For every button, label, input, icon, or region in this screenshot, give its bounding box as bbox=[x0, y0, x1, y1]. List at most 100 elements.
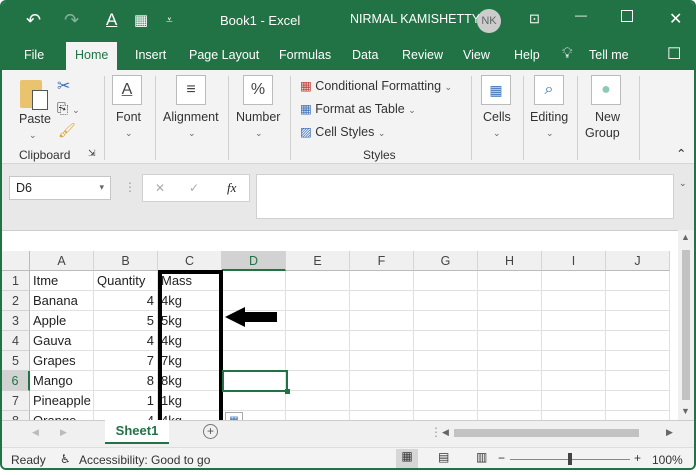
new-group-line2[interactable]: Group bbox=[585, 126, 620, 140]
cell[interactable] bbox=[478, 331, 542, 351]
fill-handle[interactable] bbox=[285, 389, 290, 394]
cell[interactable]: 8 bbox=[94, 371, 158, 391]
customize-qat-icon[interactable]: ⩡ bbox=[166, 13, 173, 28]
row-header[interactable]: 2 bbox=[2, 291, 30, 311]
name-box[interactable]: D6 ▾ bbox=[9, 176, 111, 200]
cell[interactable] bbox=[286, 351, 350, 371]
maximize-button[interactable] bbox=[621, 10, 633, 22]
cell[interactable] bbox=[606, 351, 670, 371]
cell[interactable] bbox=[414, 351, 478, 371]
scroll-right-icon[interactable]: ▶ bbox=[666, 427, 673, 438]
cell[interactable] bbox=[286, 271, 350, 291]
cell[interactable] bbox=[414, 291, 478, 311]
tab-page-layout[interactable]: Page Layout bbox=[189, 48, 259, 62]
font-button[interactable]: Font bbox=[116, 110, 141, 124]
tab-view[interactable]: View bbox=[463, 48, 490, 62]
cell[interactable] bbox=[606, 391, 670, 411]
cell[interactable]: 4 bbox=[94, 291, 158, 311]
cell[interactable] bbox=[414, 271, 478, 291]
cell[interactable] bbox=[350, 351, 414, 371]
next-sheet-icon[interactable]: ▶ bbox=[60, 427, 67, 438]
tab-home[interactable]: Home bbox=[66, 42, 118, 70]
conditional-formatting-button[interactable]: ▦ Conditional Formatting ⌄ bbox=[300, 78, 452, 93]
clipboard-launcher-icon[interactable]: ⇲ bbox=[88, 148, 96, 159]
zoom-level[interactable]: 100% bbox=[652, 453, 683, 467]
new-group-icon[interactable]: ● bbox=[591, 75, 621, 105]
cell[interactable] bbox=[222, 391, 286, 411]
row-header[interactable]: 6 bbox=[2, 371, 30, 391]
cell[interactable] bbox=[350, 331, 414, 351]
column-header[interactable]: J bbox=[606, 251, 670, 271]
tab-formulas[interactable]: Formulas bbox=[279, 48, 331, 62]
name-box-dropdown[interactable]: ▾ bbox=[99, 182, 104, 193]
close-button[interactable]: ✕ bbox=[669, 9, 682, 29]
format-as-table-button[interactable]: ▦ Format as Table ⌄ bbox=[300, 101, 416, 116]
cell[interactable] bbox=[478, 391, 542, 411]
cell[interactable] bbox=[478, 371, 542, 391]
column-header[interactable]: C bbox=[158, 251, 222, 271]
cut-icon[interactable]: ✂ bbox=[57, 76, 70, 96]
tab-review[interactable]: Review bbox=[402, 48, 443, 62]
cell[interactable] bbox=[414, 311, 478, 331]
undo-button[interactable]: ↶ bbox=[26, 10, 41, 31]
copy-icon[interactable]: ⎘ ⌄ bbox=[57, 100, 80, 117]
cell[interactable] bbox=[414, 391, 478, 411]
cell[interactable] bbox=[350, 391, 414, 411]
scroll-down-icon[interactable]: ▼ bbox=[681, 406, 690, 416]
cell[interactable]: Grapes bbox=[30, 351, 94, 371]
cell[interactable] bbox=[606, 371, 670, 391]
column-header[interactable]: F bbox=[350, 251, 414, 271]
cell[interactable] bbox=[478, 351, 542, 371]
cell[interactable] bbox=[222, 331, 286, 351]
borders-icon[interactable]: ▦ bbox=[134, 11, 148, 29]
column-header[interactable]: G bbox=[414, 251, 478, 271]
cell[interactable] bbox=[286, 291, 350, 311]
cell[interactable]: Mango bbox=[30, 371, 94, 391]
alignment-button[interactable]: Alignment bbox=[163, 110, 219, 124]
font-color-icon[interactable]: A bbox=[106, 10, 117, 30]
vertical-scrollbar[interactable]: ▲ ▼ bbox=[678, 230, 694, 420]
cell[interactable] bbox=[542, 371, 606, 391]
number-button[interactable]: Number bbox=[236, 110, 280, 124]
column-header[interactable]: D bbox=[222, 251, 286, 271]
cell[interactable] bbox=[478, 271, 542, 291]
cell[interactable] bbox=[478, 291, 542, 311]
enter-icon[interactable]: ✓ bbox=[189, 181, 199, 195]
number-icon[interactable]: % bbox=[243, 75, 273, 105]
cell[interactable] bbox=[478, 311, 542, 331]
zoom-in-button[interactable]: + bbox=[634, 451, 641, 465]
column-header[interactable]: H bbox=[478, 251, 542, 271]
scroll-up-icon[interactable]: ▲ bbox=[681, 232, 690, 242]
cell[interactable] bbox=[414, 331, 478, 351]
comments-icon[interactable]: ☐ bbox=[667, 44, 681, 64]
cell[interactable] bbox=[350, 371, 414, 391]
cell[interactable] bbox=[542, 391, 606, 411]
cell[interactable] bbox=[222, 351, 286, 371]
cell[interactable]: Gauva bbox=[30, 331, 94, 351]
cell[interactable] bbox=[606, 291, 670, 311]
cell[interactable] bbox=[286, 331, 350, 351]
accessibility-status[interactable]: Accessibility: Good to go bbox=[79, 453, 210, 467]
formula-input[interactable] bbox=[256, 174, 674, 219]
cell[interactable]: 1 bbox=[94, 391, 158, 411]
new-group-line1[interactable]: New bbox=[595, 110, 620, 124]
add-sheet-button[interactable]: + bbox=[203, 424, 218, 439]
zoom-slider[interactable] bbox=[510, 453, 630, 465]
row-header[interactable]: 7 bbox=[2, 391, 30, 411]
cell[interactable] bbox=[542, 271, 606, 291]
collapse-ribbon-icon[interactable]: ⌃ bbox=[676, 146, 686, 161]
cell[interactable] bbox=[286, 391, 350, 411]
cell[interactable] bbox=[414, 371, 478, 391]
cell[interactable] bbox=[350, 311, 414, 331]
tab-help[interactable]: Help bbox=[514, 48, 540, 62]
select-all-corner[interactable] bbox=[2, 251, 30, 271]
cell[interactable]: Pineapple bbox=[30, 391, 94, 411]
cell[interactable]: Quantity bbox=[94, 271, 158, 291]
cell[interactable]: Banana bbox=[30, 291, 94, 311]
format-painter-icon[interactable]: 🖌︎ bbox=[58, 122, 76, 139]
row-header[interactable]: 3 bbox=[2, 311, 30, 331]
page-break-view-button[interactable]: ▥ bbox=[476, 450, 487, 464]
cell[interactable] bbox=[350, 291, 414, 311]
prev-sheet-icon[interactable]: ◀ bbox=[32, 427, 39, 438]
cell[interactable] bbox=[542, 351, 606, 371]
